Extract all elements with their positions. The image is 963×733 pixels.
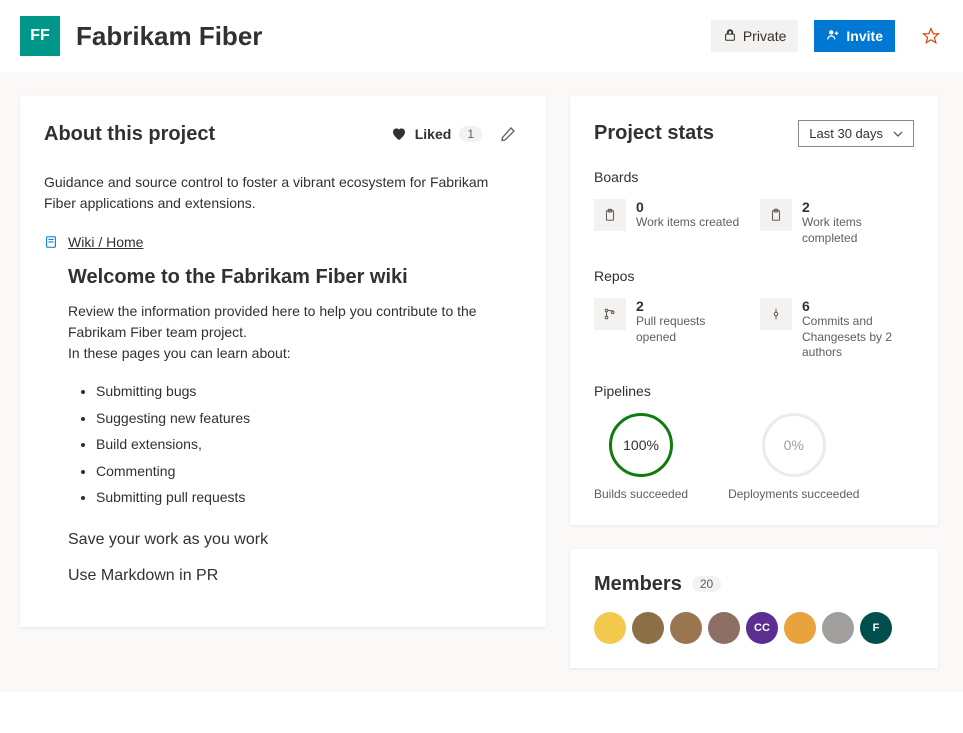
members-header: Members 20	[594, 573, 914, 596]
chevron-down-icon	[893, 129, 903, 139]
wiki-page-icon	[44, 235, 58, 249]
about-header: About this project Liked 1	[44, 120, 522, 148]
stat-label: Work items created	[636, 215, 739, 231]
boards-stats: 0 Work items created 2 Work items comple…	[594, 199, 914, 246]
about-title: About this project	[44, 123, 391, 146]
page-header: FF Fabrikam Fiber Private Invite	[0, 0, 963, 72]
liked-group[interactable]: Liked 1	[391, 126, 482, 142]
stats-header: Project stats Last 30 days	[594, 120, 914, 147]
wiki-subheading: Save your work as you work	[68, 531, 522, 549]
private-label: Private	[743, 28, 787, 44]
invite-button[interactable]: Invite	[814, 20, 895, 52]
list-item: Submitting pull requests	[96, 484, 522, 511]
pipelines-subtitle: Pipelines	[594, 383, 914, 399]
commit-icon	[760, 298, 792, 330]
stats-title: Project stats	[594, 122, 798, 145]
project-title: Fabrikam Fiber	[76, 21, 695, 52]
list-item: Commenting	[96, 458, 522, 485]
avatar[interactable]	[708, 612, 740, 644]
list-item: Suggesting new features	[96, 405, 522, 432]
about-card: About this project Liked 1 Guidance and …	[20, 96, 546, 627]
members-card: Members 20 CC F	[570, 549, 938, 668]
list-item: Build extensions,	[96, 431, 522, 458]
stat-value: 6	[802, 298, 914, 314]
private-button[interactable]: Private	[711, 20, 799, 52]
main-content: About this project Liked 1 Guidance and …	[0, 72, 963, 692]
liked-count-badge: 1	[459, 126, 482, 142]
avatar[interactable]	[784, 612, 816, 644]
invite-label: Invite	[846, 28, 883, 44]
stat-work-items-completed[interactable]: 2 Work items completed	[760, 199, 914, 246]
heart-icon	[391, 126, 407, 142]
success-ring: 100%	[609, 413, 673, 477]
stat-work-items-created[interactable]: 0 Work items created	[594, 199, 748, 246]
stats-card: Project stats Last 30 days Boards 0 Work…	[570, 96, 938, 525]
clipboard-icon	[760, 199, 792, 231]
stat-pull-requests[interactable]: 2 Pull requests opened	[594, 298, 748, 361]
wiki-title: Welcome to the Fabrikam Fiber wiki	[68, 266, 522, 289]
dropdown-label: Last 30 days	[809, 126, 883, 141]
wiki-intro: Review the information provided here to …	[68, 301, 522, 364]
stat-commits[interactable]: 6 Commits and Changesets by 2 authors	[760, 298, 914, 361]
wiki-link[interactable]: Wiki / Home	[68, 234, 143, 250]
stat-value: 2	[636, 298, 748, 314]
pipelines-stats: 100% Builds succeeded 0% Deployments suc…	[594, 413, 914, 501]
members-title: Members	[594, 573, 682, 596]
wiki-bullet-list: Submitting bugs Suggesting new features …	[68, 378, 522, 511]
avatar[interactable]	[632, 612, 664, 644]
stat-deployments[interactable]: 0% Deployments succeeded	[728, 413, 859, 501]
stat-builds[interactable]: 100% Builds succeeded	[594, 413, 688, 501]
edit-button[interactable]	[494, 120, 522, 148]
stat-value: 2	[802, 199, 914, 215]
member-avatars: CC F	[594, 612, 914, 644]
project-description: Guidance and source control to foster a …	[44, 172, 522, 214]
repos-subtitle: Repos	[594, 268, 914, 284]
wiki-content: Welcome to the Fabrikam Fiber wiki Revie…	[44, 266, 522, 585]
members-count-badge: 20	[692, 576, 721, 592]
list-item: Submitting bugs	[96, 378, 522, 405]
wiki-subheading: Use Markdown in PR	[68, 567, 522, 585]
pencil-icon	[500, 126, 516, 142]
timerange-dropdown[interactable]: Last 30 days	[798, 120, 914, 147]
stat-label: Deployments succeeded	[728, 487, 859, 501]
favorite-button[interactable]	[919, 24, 943, 48]
stat-label: Pull requests opened	[636, 314, 748, 345]
avatar[interactable]	[594, 612, 626, 644]
repos-stats: 2 Pull requests opened 6 Commits and Cha…	[594, 298, 914, 361]
avatar[interactable]: CC	[746, 612, 778, 644]
star-outline-icon	[922, 27, 940, 45]
stat-label: Work items completed	[802, 215, 914, 246]
avatar[interactable]: F	[860, 612, 892, 644]
stat-value: 0	[636, 199, 739, 215]
liked-label: Liked	[415, 126, 452, 142]
project-avatar: FF	[20, 16, 60, 56]
stat-label: Commits and Changesets by 2 authors	[802, 314, 914, 361]
stat-label: Builds succeeded	[594, 487, 688, 501]
avatar[interactable]	[670, 612, 702, 644]
boards-subtitle: Boards	[594, 169, 914, 185]
branch-icon	[594, 298, 626, 330]
add-user-icon	[826, 28, 840, 45]
lock-icon	[723, 28, 737, 45]
clipboard-icon	[594, 199, 626, 231]
wiki-breadcrumb: Wiki / Home	[44, 234, 522, 250]
avatar[interactable]	[822, 612, 854, 644]
neutral-ring: 0%	[762, 413, 826, 477]
